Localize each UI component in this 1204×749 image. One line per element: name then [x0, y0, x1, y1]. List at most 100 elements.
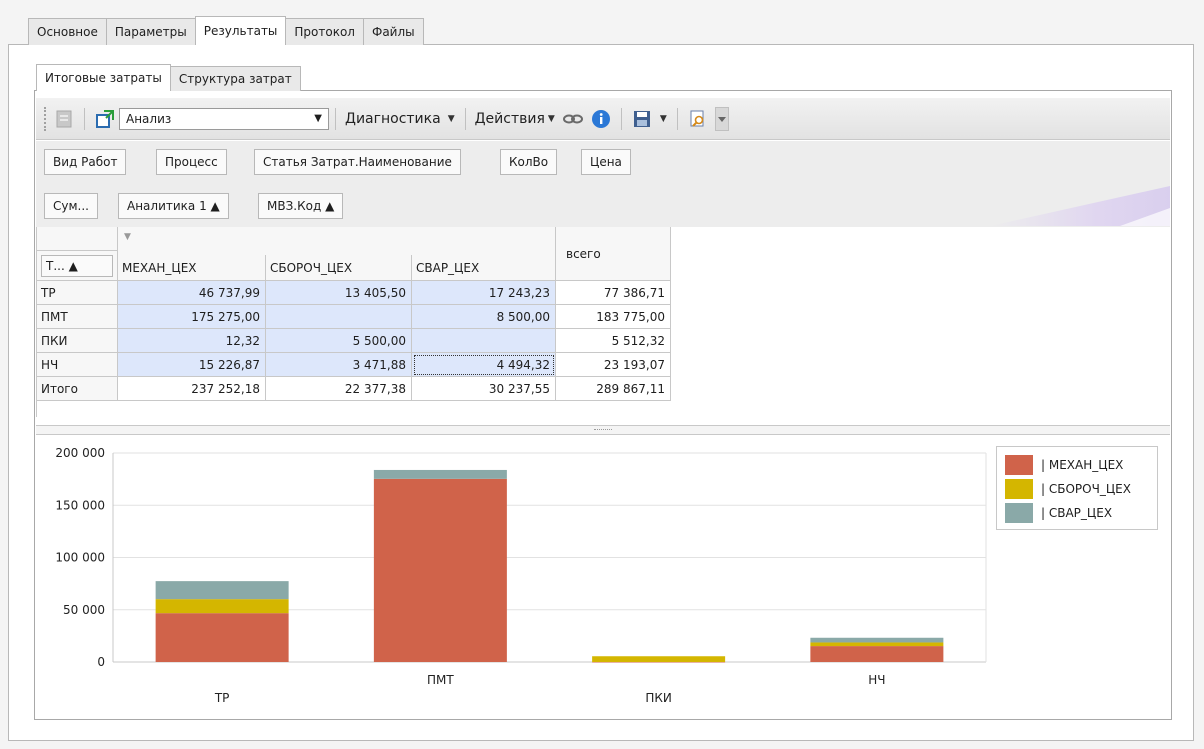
data-cell[interactable]: [266, 305, 412, 329]
toolbar: Анализ ▼ Диагностика ▼ Действия ▼ ▼: [36, 98, 1170, 140]
bar-segment: [810, 637, 944, 643]
bar-segment: [592, 656, 726, 662]
data-cell[interactable]: 15 226,87: [118, 353, 266, 377]
column-header[interactable]: МЕХАН_ЦЕХ: [118, 255, 266, 281]
disabled-doc-icon[interactable]: [53, 108, 75, 130]
save-icon[interactable]: [631, 108, 653, 130]
filter-field-quantity[interactable]: КолВо: [500, 149, 558, 175]
filter-field-work-type[interactable]: Вид Работ: [44, 149, 127, 175]
row-header[interactable]: НЧ: [37, 353, 118, 377]
grand-total-row-header[interactable]: Итого: [37, 377, 118, 401]
chevron-down-icon[interactable]: ▼: [660, 114, 667, 124]
bar-segment: [810, 646, 944, 662]
tab-results[interactable]: Результаты: [194, 16, 287, 45]
new-window-icon[interactable]: [94, 108, 116, 130]
sub-tabs: Итоговые затраты Структура затрат: [36, 64, 301, 91]
x-tick-label: ПКИ: [645, 691, 672, 705]
data-cell[interactable]: 46 737,99: [118, 281, 266, 305]
bar-segment: [155, 581, 289, 600]
column-label: СБОРОЧ_ЦЕХ: [270, 260, 353, 275]
chevron-down-icon: ▼: [314, 113, 322, 124]
total-cell[interactable]: 23 193,07: [556, 353, 671, 377]
total-cell[interactable]: 183 775,00: [556, 305, 671, 329]
tab-cost-structure[interactable]: Структура затрат: [169, 66, 301, 91]
data-cell[interactable]: 8 500,00: [412, 305, 556, 329]
toolbar-separator: [84, 107, 85, 130]
row-header[interactable]: ПКИ: [37, 329, 118, 353]
decorative-stripe: [990, 186, 1170, 226]
chevron-down-icon[interactable]: ▼: [124, 232, 131, 242]
bar-segment: [155, 599, 289, 614]
filter-field-process[interactable]: Процесс: [156, 149, 227, 175]
total-cell[interactable]: 77 386,71: [556, 281, 671, 305]
filter-field-cost-item[interactable]: Статья Затрат.Наименование: [254, 149, 461, 175]
legend-item[interactable]: | СБОРОЧ_ЦЕХ: [1005, 477, 1157, 501]
preview-icon[interactable]: [687, 108, 709, 130]
data-cell[interactable]: [412, 329, 556, 353]
column-header[interactable]: СВАР_ЦЕХ: [412, 255, 556, 281]
splitter-grip-icon: [594, 429, 612, 432]
grand-total-cell[interactable]: 237 252,18: [118, 377, 266, 401]
x-tick-label: ПМТ: [427, 673, 454, 687]
column-label: МЕХАН_ЦЕХ: [122, 260, 197, 275]
chevron-down-icon[interactable]: ▼: [548, 114, 555, 124]
data-field-sum[interactable]: Сум...: [44, 193, 98, 219]
tab-files[interactable]: Файлы: [362, 18, 424, 45]
diagnostics-menu[interactable]: Диагностика: [342, 111, 444, 127]
toolbar-overflow-icon[interactable]: [714, 106, 729, 131]
bar-segment: [373, 478, 507, 662]
analysis-combo-value: Анализ: [126, 111, 172, 126]
column-field-cost-center[interactable]: МВЗ.Код ▲: [258, 193, 344, 219]
data-cell[interactable]: 17 243,23: [412, 281, 556, 305]
tab-total-costs[interactable]: Итоговые затраты: [36, 64, 171, 91]
legend-label: | МЕХАН_ЦЕХ: [1041, 458, 1124, 472]
y-tick-label: 200 000: [55, 446, 105, 460]
info-icon[interactable]: [590, 108, 612, 130]
chevron-down-icon[interactable]: ▼: [448, 114, 455, 124]
data-cell[interactable]: 175 275,00: [118, 305, 266, 329]
y-tick-label: 50 000: [63, 603, 105, 617]
row-header[interactable]: ПМТ: [37, 305, 118, 329]
legend-swatch: [1005, 479, 1033, 499]
column-field-analytics[interactable]: Аналитика 1 ▲: [118, 193, 229, 219]
grand-total-cell[interactable]: 289 867,11: [556, 377, 671, 401]
row-field-type[interactable]: Т... ▲: [37, 251, 118, 281]
tab-parameters[interactable]: Параметры: [105, 18, 196, 45]
legend-swatch: [1005, 455, 1033, 475]
column-label: СВАР_ЦЕХ: [416, 260, 480, 275]
legend-item[interactable]: | СВАР_ЦЕХ: [1005, 501, 1157, 525]
analysis-combo[interactable]: Анализ ▼: [119, 107, 329, 130]
focused-data-cell[interactable]: 4 494,32: [412, 353, 556, 377]
column-header-group[interactable]: ▼: [118, 227, 556, 255]
legend-label: | СВАР_ЦЕХ: [1041, 506, 1113, 520]
legend-item[interactable]: | МЕХАН_ЦЕХ: [1005, 453, 1157, 477]
y-tick-label: 100 000: [55, 551, 105, 565]
tab-main[interactable]: Основное: [28, 18, 107, 45]
grand-total-cell[interactable]: 22 377,38: [266, 377, 412, 401]
data-cell[interactable]: 5 500,00: [266, 329, 412, 353]
toolbar-separator: [464, 107, 466, 130]
pivot-grid: Т... ▲ ▼ всего МЕХАН_ЦЕХ СБОРОЧ_ЦЕХ СВАР…: [36, 227, 671, 417]
row-header[interactable]: ТР: [37, 281, 118, 305]
toolbar-separator: [676, 107, 678, 130]
toolbar-grip[interactable]: [44, 106, 50, 131]
total-cell[interactable]: 5 512,32: [556, 329, 671, 353]
tab-protocol[interactable]: Протокол: [285, 18, 364, 45]
filter-field-price[interactable]: Цена: [581, 149, 631, 175]
actions-menu[interactable]: Действия: [472, 111, 548, 127]
total-column-label: всего: [566, 246, 601, 261]
grand-total-cell[interactable]: 30 237,55: [412, 377, 556, 401]
row-field-button[interactable]: Т... ▲: [41, 254, 113, 277]
data-cell[interactable]: 3 471,88: [266, 353, 412, 377]
data-cell[interactable]: 12,32: [118, 329, 266, 353]
link-icon[interactable]: [562, 108, 584, 130]
column-header-total[interactable]: всего: [556, 227, 671, 281]
data-cell[interactable]: 13 405,50: [266, 281, 412, 305]
legend-swatch: [1005, 503, 1033, 523]
column-header[interactable]: СБОРОЧ_ЦЕХ: [266, 255, 412, 281]
bar-segment: [810, 642, 944, 647]
bar-segment: [155, 613, 289, 662]
y-tick-label: 150 000: [55, 498, 105, 512]
splitter-handle[interactable]: [36, 425, 1170, 435]
x-tick-label: ТР: [214, 691, 230, 705]
